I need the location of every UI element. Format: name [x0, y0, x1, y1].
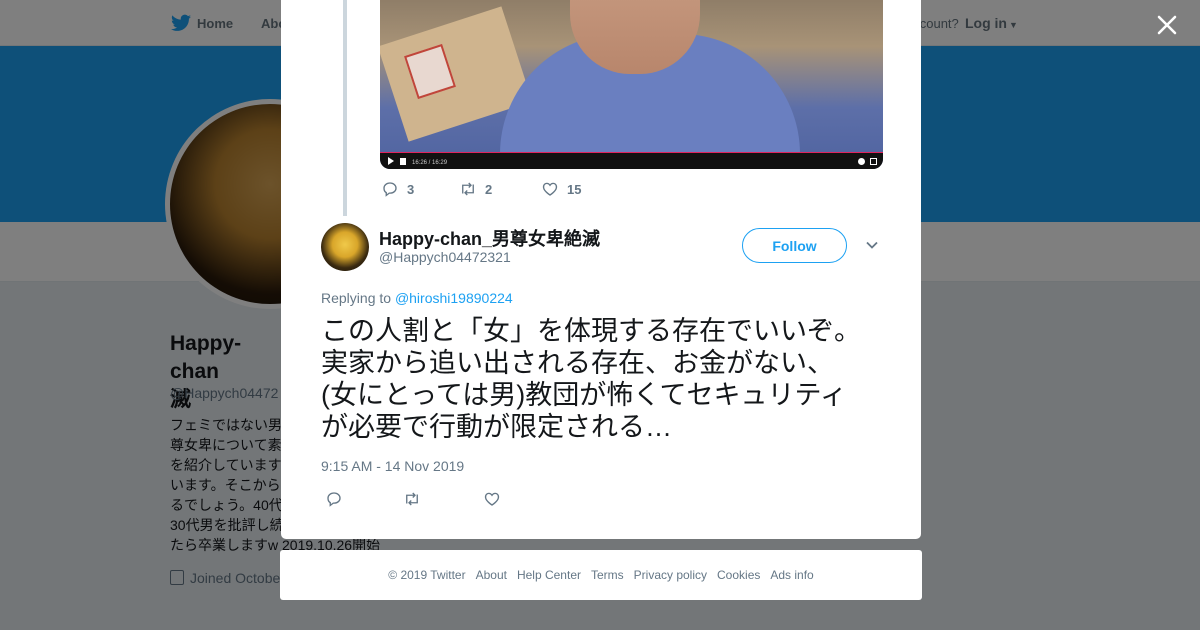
like-button-main[interactable]: [483, 490, 501, 508]
reply-count: 3: [407, 181, 415, 197]
footer-terms-link[interactable]: Terms: [591, 568, 624, 582]
replying-prefix: Replying to: [321, 290, 392, 306]
reply-icon: [327, 492, 341, 507]
reply-button-main[interactable]: [325, 490, 343, 508]
author-name[interactable]: Happy-chan_男尊女卑絶滅: [379, 225, 600, 251]
reply-button[interactable]: 3: [381, 180, 414, 198]
play-icon[interactable]: [388, 157, 394, 165]
retweet-button-main[interactable]: [403, 490, 421, 508]
tweet-modal: 16:26 / 16:29 3 2 15 Happy-chan_男尊女卑絶滅 @…: [281, 0, 921, 539]
footer-help-link[interactable]: Help Center: [517, 568, 581, 582]
gear-icon[interactable]: [858, 158, 865, 165]
follow-button[interactable]: Follow: [742, 228, 847, 263]
author-avatar[interactable]: [321, 223, 369, 271]
like-icon: [484, 492, 500, 506]
chevron-down-icon[interactable]: [865, 238, 879, 252]
footer-privacy-link[interactable]: Privacy policy: [634, 568, 707, 582]
volume-icon[interactable]: [400, 158, 406, 165]
like-icon: [542, 182, 558, 196]
author-handle[interactable]: @Happych04472321: [379, 249, 511, 265]
like-button[interactable]: 15: [541, 180, 581, 198]
replying-to-link[interactable]: @hiroshi19890224: [395, 290, 513, 306]
footer: © 2019 Twitter About Help Center Terms P…: [280, 550, 922, 600]
retweet-icon: [406, 492, 418, 506]
retweet-count: 2: [485, 181, 493, 197]
replying-to: Replying to @hiroshi19890224: [321, 290, 513, 306]
like-count: 15: [567, 181, 582, 197]
tweet-timestamp[interactable]: 9:15 AM - 14 Nov 2019: [321, 458, 464, 474]
retweet-icon: [462, 182, 474, 196]
footer-cookies-link[interactable]: Cookies: [717, 568, 760, 582]
footer-about-link[interactable]: About: [476, 568, 507, 582]
footer-ads-link[interactable]: Ads info: [770, 568, 813, 582]
video-time: 16:26 / 16:29: [412, 160, 448, 166]
tweet-text: この人割と「女」を体現する存在でいいぞ。 実家から追い出される存在、お金がない、…: [321, 316, 861, 442]
conversation-thread-line: [343, 0, 347, 216]
footer-copyright: © 2019 Twitter: [388, 568, 466, 582]
video-player[interactable]: 16:26 / 16:29: [380, 0, 883, 169]
fullscreen-icon[interactable]: [870, 158, 877, 165]
video-controls: 16:26 / 16:29: [380, 153, 883, 169]
close-icon[interactable]: [1155, 13, 1179, 37]
retweet-button[interactable]: 2: [459, 180, 492, 198]
reply-icon: [383, 182, 397, 197]
